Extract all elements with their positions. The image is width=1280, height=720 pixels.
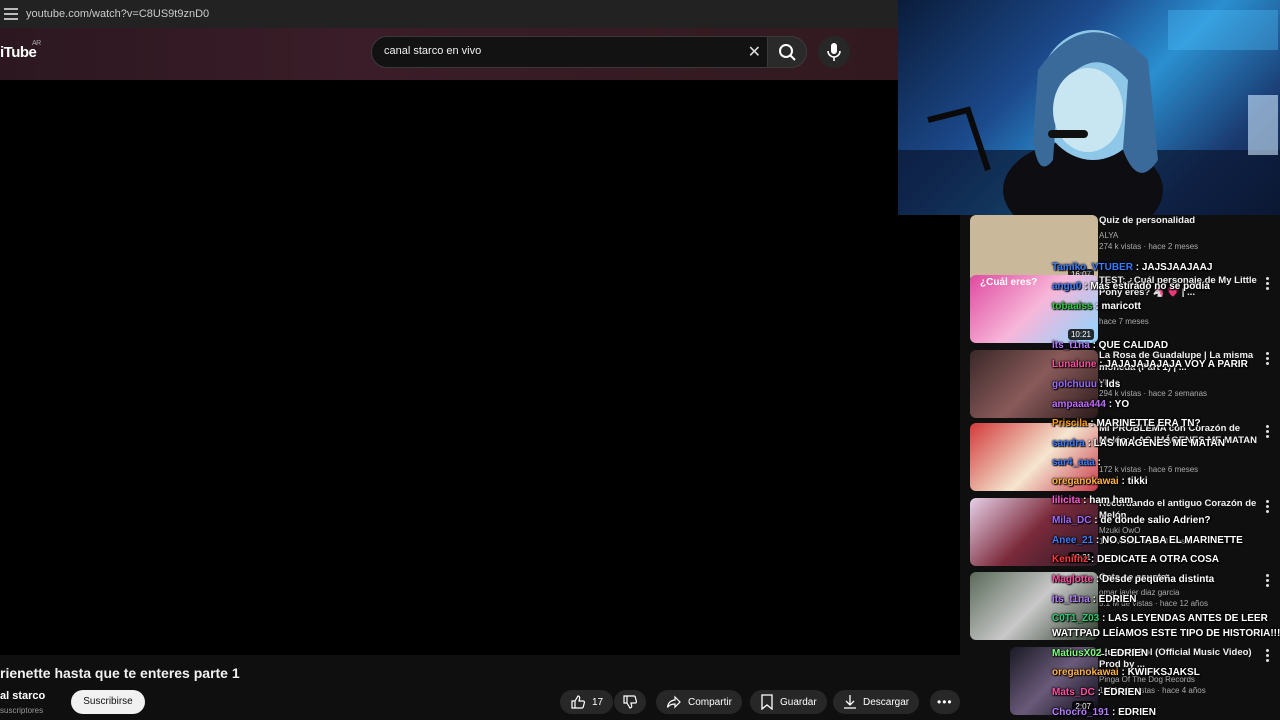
video-thumbnail[interactable]: 12:21 [970,498,1098,566]
recommended-channel[interactable]: Pinga Of The Dog Records [1099,675,1259,684]
video-thumbnail[interactable] [970,572,1098,640]
video-title: rienette hasta que te enteres parte 1 [0,665,240,681]
recommendations-sidebar: 16:07 Quiz de personalidad ALYA 274 k vi… [960,215,1280,720]
recommended-title[interactable]: Mi PROBLEMA con Corazón de Melón: LAS IM… [1099,423,1259,447]
webcam-streamer-image [898,10,1280,215]
subscribe-button[interactable]: Suscribirse [71,690,145,714]
recommended-title[interactable]: Gata se asusta [1099,572,1259,584]
clear-search-icon[interactable]: ✕ [748,42,761,62]
bookmark-icon [761,694,773,710]
more-horiz-icon: ••• [937,695,953,709]
like-button[interactable]: 17 [560,690,614,714]
dislike-button[interactable] [614,690,646,714]
save-button[interactable]: Guardar [750,690,827,714]
recommended-video[interactable]: Gata se asusta omar javier diaz garcia 5… [970,572,1270,642]
youtube-header: iTube AR canal starco en vivo ✕ [0,28,898,80]
download-icon [844,695,856,709]
recommended-title[interactable]: Lluvia Y Sol (Official Music Video) Prod… [1099,647,1259,671]
recommended-channel[interactable]: ALYA [1099,231,1259,240]
save-label: Guardar [780,696,817,708]
recommended-channel[interactable]: Vlogs [1099,378,1259,387]
duration-badge: 10:21 [1067,329,1094,340]
logo-text: iTube [0,44,37,61]
subscriber-count: suscriptores [0,706,44,715]
more-options-icon[interactable] [1266,574,1270,588]
like-count: 17 [592,696,604,708]
microphone-icon [827,43,841,61]
more-options-icon[interactable] [1266,352,1270,366]
recommended-views: 274 k vistas · hace 2 meses [1099,242,1199,251]
video-player[interactable] [0,80,960,655]
recommended-views: 5.1 M de vistas · hace 12 años [1099,599,1208,608]
recommended-video[interactable]: 12:21 Recordando el antiguo Corazón de M… [970,498,1270,568]
more-options-icon[interactable] [1266,649,1270,663]
recommended-title[interactable]: Recordando el antiguo Corazón de Melón [1099,498,1259,522]
more-options-icon[interactable] [1266,425,1270,439]
search-button[interactable] [767,36,807,68]
recommended-views: hace 7 meses [1099,317,1149,326]
channel-name[interactable]: al starco [0,690,45,702]
video-thumbnail[interactable]: 16:07 [970,215,1098,283]
search-icon [779,44,796,61]
download-button[interactable]: Descargar [833,690,920,714]
recommended-channel[interactable]: Mzuki OwO [1099,526,1259,535]
more-options-icon[interactable] [1266,500,1270,514]
browser-address-bar[interactable]: youtube.com/watch?v=C8US9t9znD0 [0,0,898,29]
more-options-icon[interactable] [1266,277,1270,291]
video-thumbnail[interactable] [970,423,1098,491]
recommended-views: 294 k vistas · hace 2 semanas [1099,389,1208,398]
youtube-logo[interactable]: iTube AR [0,40,41,61]
more-actions-button[interactable]: ••• [930,690,960,714]
url-text[interactable]: youtube.com/watch?v=C8US9t9znD0 [26,8,209,20]
download-label: Descargar [863,696,910,708]
recommended-title[interactable]: TEST: ¿Cuál personaje de My Little Pony … [1099,275,1259,299]
recommended-video[interactable]: 2:07 Lluvia Y Sol (Official Music Video)… [970,647,1270,717]
video-thumbnail[interactable]: ¿Cuál eres? 10:21 [970,275,1098,343]
video-details: rienette hasta que te enteres parte 1 al… [0,655,960,720]
recommended-views: 123 M de vistas · hace 4 años [1099,686,1206,695]
search-query[interactable]: canal starco en vivo [384,45,481,57]
recommended-views: 17 k vistas · hace 8 meses [1099,537,1194,546]
share-label: Compartir [688,696,732,708]
recommended-video[interactable]: La Rosa de Guadalupe | La misma moneda (… [970,350,1270,420]
duration-badge: 2:07 [1072,701,1094,712]
country-code: AR [32,40,41,47]
thumbs-down-icon [623,695,638,709]
site-settings-icon[interactable] [4,8,18,20]
recommended-title[interactable]: La Rosa de Guadalupe | La misma moneda (… [1099,350,1259,374]
search-input[interactable]: canal starco en vivo ✕ [371,36,770,68]
voice-search-button[interactable] [818,36,850,68]
recommended-video[interactable]: Mi PROBLEMA con Corazón de Melón: LAS IM… [970,423,1270,493]
recommended-video[interactable]: ¿Cuál eres? 10:21 TEST: ¿Cuál personaje … [970,275,1270,345]
thumbnail-banner: ¿Cuál eres? [980,277,1038,288]
video-thumbnail[interactable] [970,350,1098,418]
webcam-overlay [898,0,1280,215]
recommended-channel[interactable]: omar javier diaz garcia [1099,588,1259,597]
recommended-title[interactable]: Quiz de personalidad [1099,215,1259,227]
share-button[interactable]: Compartir [656,690,742,714]
recommended-views: 172 k vistas · hace 6 meses [1099,465,1199,474]
thumbs-up-icon [571,695,586,709]
video-thumbnail[interactable]: 2:07 [1010,647,1098,715]
duration-badge: 12:21 [1067,552,1094,563]
share-icon [666,695,681,709]
